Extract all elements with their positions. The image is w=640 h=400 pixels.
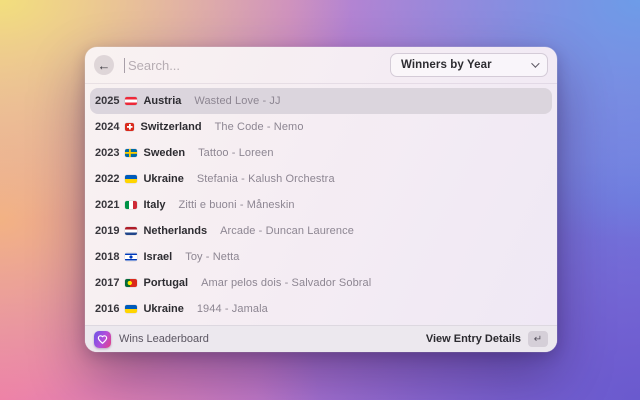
entry-country: Ukraine: [143, 303, 183, 315]
view-mode-dropdown[interactable]: Winners by Year: [390, 53, 548, 77]
flag-icon-ukraine: [125, 305, 137, 314]
search-input[interactable]: Search...: [128, 58, 390, 73]
entry-song: Stefania - Kalush Orchestra: [197, 173, 335, 185]
entry-year: 2023: [95, 147, 119, 159]
heart-icon: [97, 334, 108, 345]
return-key-icon: ↵: [528, 331, 548, 347]
list-item[interactable]: 2019 Netherlands Arcade - Duncan Laurenc…: [90, 218, 552, 244]
back-arrow-icon: ←: [98, 59, 111, 72]
entry-song: Amar pelos dois - Salvador Sobral: [201, 277, 371, 289]
dropdown-selected-value: Winners by Year: [401, 59, 492, 71]
entry-country: Portugal: [143, 277, 188, 289]
status-bar: Wins Leaderboard View Entry Details ↵: [85, 325, 557, 352]
entry-year: 2018: [95, 251, 119, 263]
search-header: ← Search... Winners by Year: [85, 47, 557, 84]
entry-year: 2019: [95, 225, 119, 237]
list-item[interactable]: 2025 Austria Wasted Love - JJ: [90, 88, 552, 114]
list-item[interactable]: 2024 Switzerland The Code - Nemo: [90, 114, 552, 140]
entry-song: Zitti e buoni - Måneskin: [179, 199, 295, 211]
search-palette-window: ← Search... Winners by Year 2025 Austria…: [85, 47, 557, 352]
entry-song: Toy - Netta: [185, 251, 239, 263]
entry-song: 1944 - Jamala: [197, 303, 268, 315]
flag-icon-israel: [125, 253, 137, 262]
results-list: 2025 Austria Wasted Love - JJ 2024 Switz…: [85, 85, 557, 325]
list-item[interactable]: 2022 Ukraine Stefania - Kalush Orchestra: [90, 166, 552, 192]
entry-song: Wasted Love - JJ: [194, 95, 280, 107]
entry-country: Austria: [143, 95, 181, 107]
list-item[interactable]: 2017 Portugal Amar pelos dois - Salvador…: [90, 270, 552, 296]
entry-country: Sweden: [143, 147, 185, 159]
entry-year: 2022: [95, 173, 119, 185]
entry-year: 2025: [95, 95, 119, 107]
entry-year: 2021: [95, 199, 119, 211]
flag-icon-portugal: [125, 279, 137, 288]
text-caret: [124, 58, 125, 73]
flag-icon-netherlands: [125, 227, 137, 236]
heart-app-icon: [94, 331, 111, 348]
entry-song: Tattoo - Loreen: [198, 147, 274, 159]
entry-year: 2017: [95, 277, 119, 289]
entry-year: 2024: [95, 121, 119, 133]
chevron-down-icon: [531, 59, 539, 67]
list-item[interactable]: 2023 Sweden Tattoo - Loreen: [90, 140, 552, 166]
entry-song: The Code - Nemo: [215, 121, 304, 133]
list-item[interactable]: 2021 Italy Zitti e buoni - Måneskin: [90, 192, 552, 218]
flag-icon-switzerland: [125, 123, 134, 132]
entry-song: Arcade - Duncan Laurence: [220, 225, 354, 237]
flag-icon-italy: [125, 201, 137, 210]
flag-icon-sweden: [125, 149, 137, 158]
footer-app-label: Wins Leaderboard: [119, 333, 426, 345]
flag-icon-ukraine: [125, 175, 137, 184]
list-item[interactable]: 2018 Israel Toy - Netta: [90, 244, 552, 270]
entry-country: Switzerland: [140, 121, 201, 133]
entry-country: Italy: [143, 199, 165, 211]
entry-country: Netherlands: [143, 225, 207, 237]
flag-icon-austria: [125, 97, 137, 106]
back-button[interactable]: ←: [94, 55, 114, 75]
view-entry-details-action[interactable]: View Entry Details: [426, 333, 521, 345]
entry-country: Ukraine: [143, 173, 183, 185]
entry-year: 2016: [95, 303, 119, 315]
entry-country: Israel: [143, 251, 172, 263]
list-item[interactable]: 2016 Ukraine 1944 - Jamala: [90, 296, 552, 322]
